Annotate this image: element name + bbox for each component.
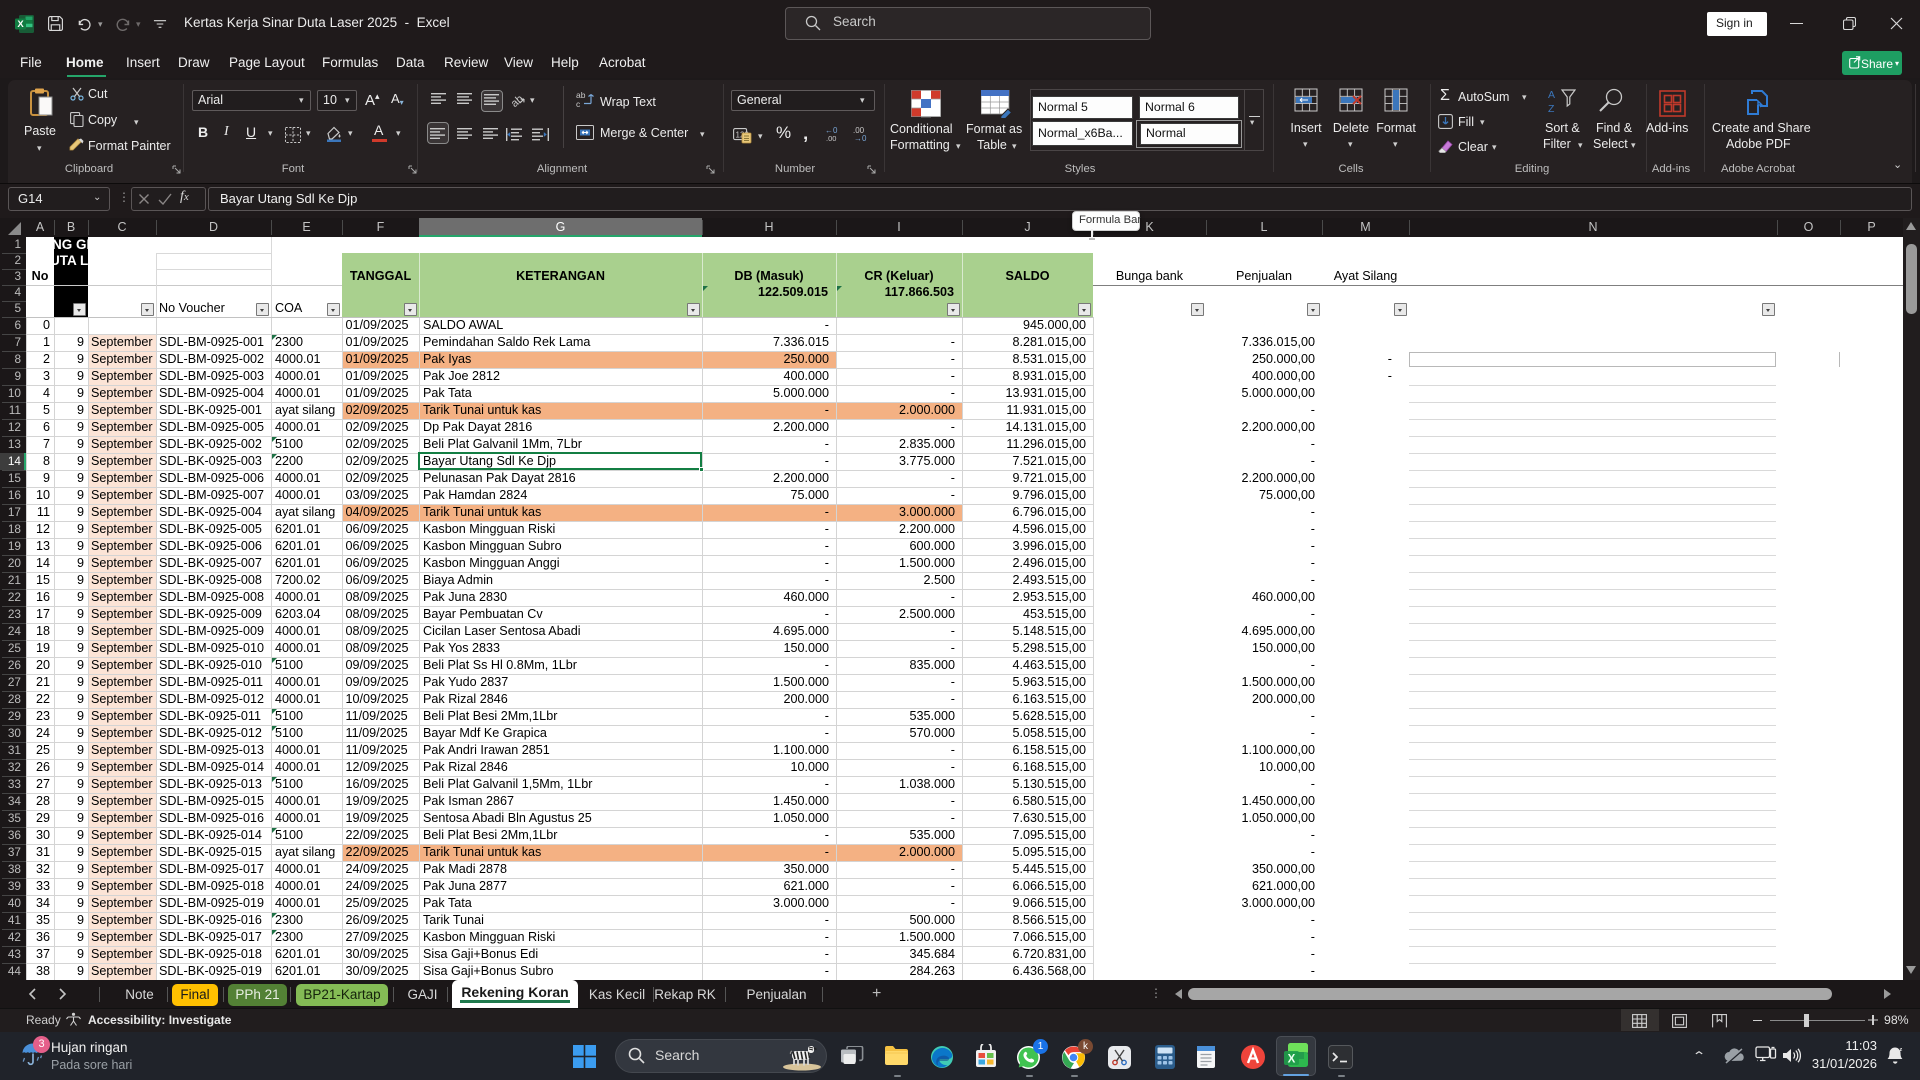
svg-text:A: A xyxy=(1548,89,1555,101)
svg-text:X: X xyxy=(1288,1054,1296,1066)
svg-text:z: z xyxy=(1900,1047,1903,1053)
svg-text:ab: ab xyxy=(509,93,526,109)
svg-text:Z: Z xyxy=(1548,103,1555,114)
svg-text:.00: .00 xyxy=(826,134,836,142)
svg-text:→0: →0 xyxy=(854,134,867,142)
svg-text:c: c xyxy=(576,99,581,108)
svg-text:X: X xyxy=(17,19,24,30)
